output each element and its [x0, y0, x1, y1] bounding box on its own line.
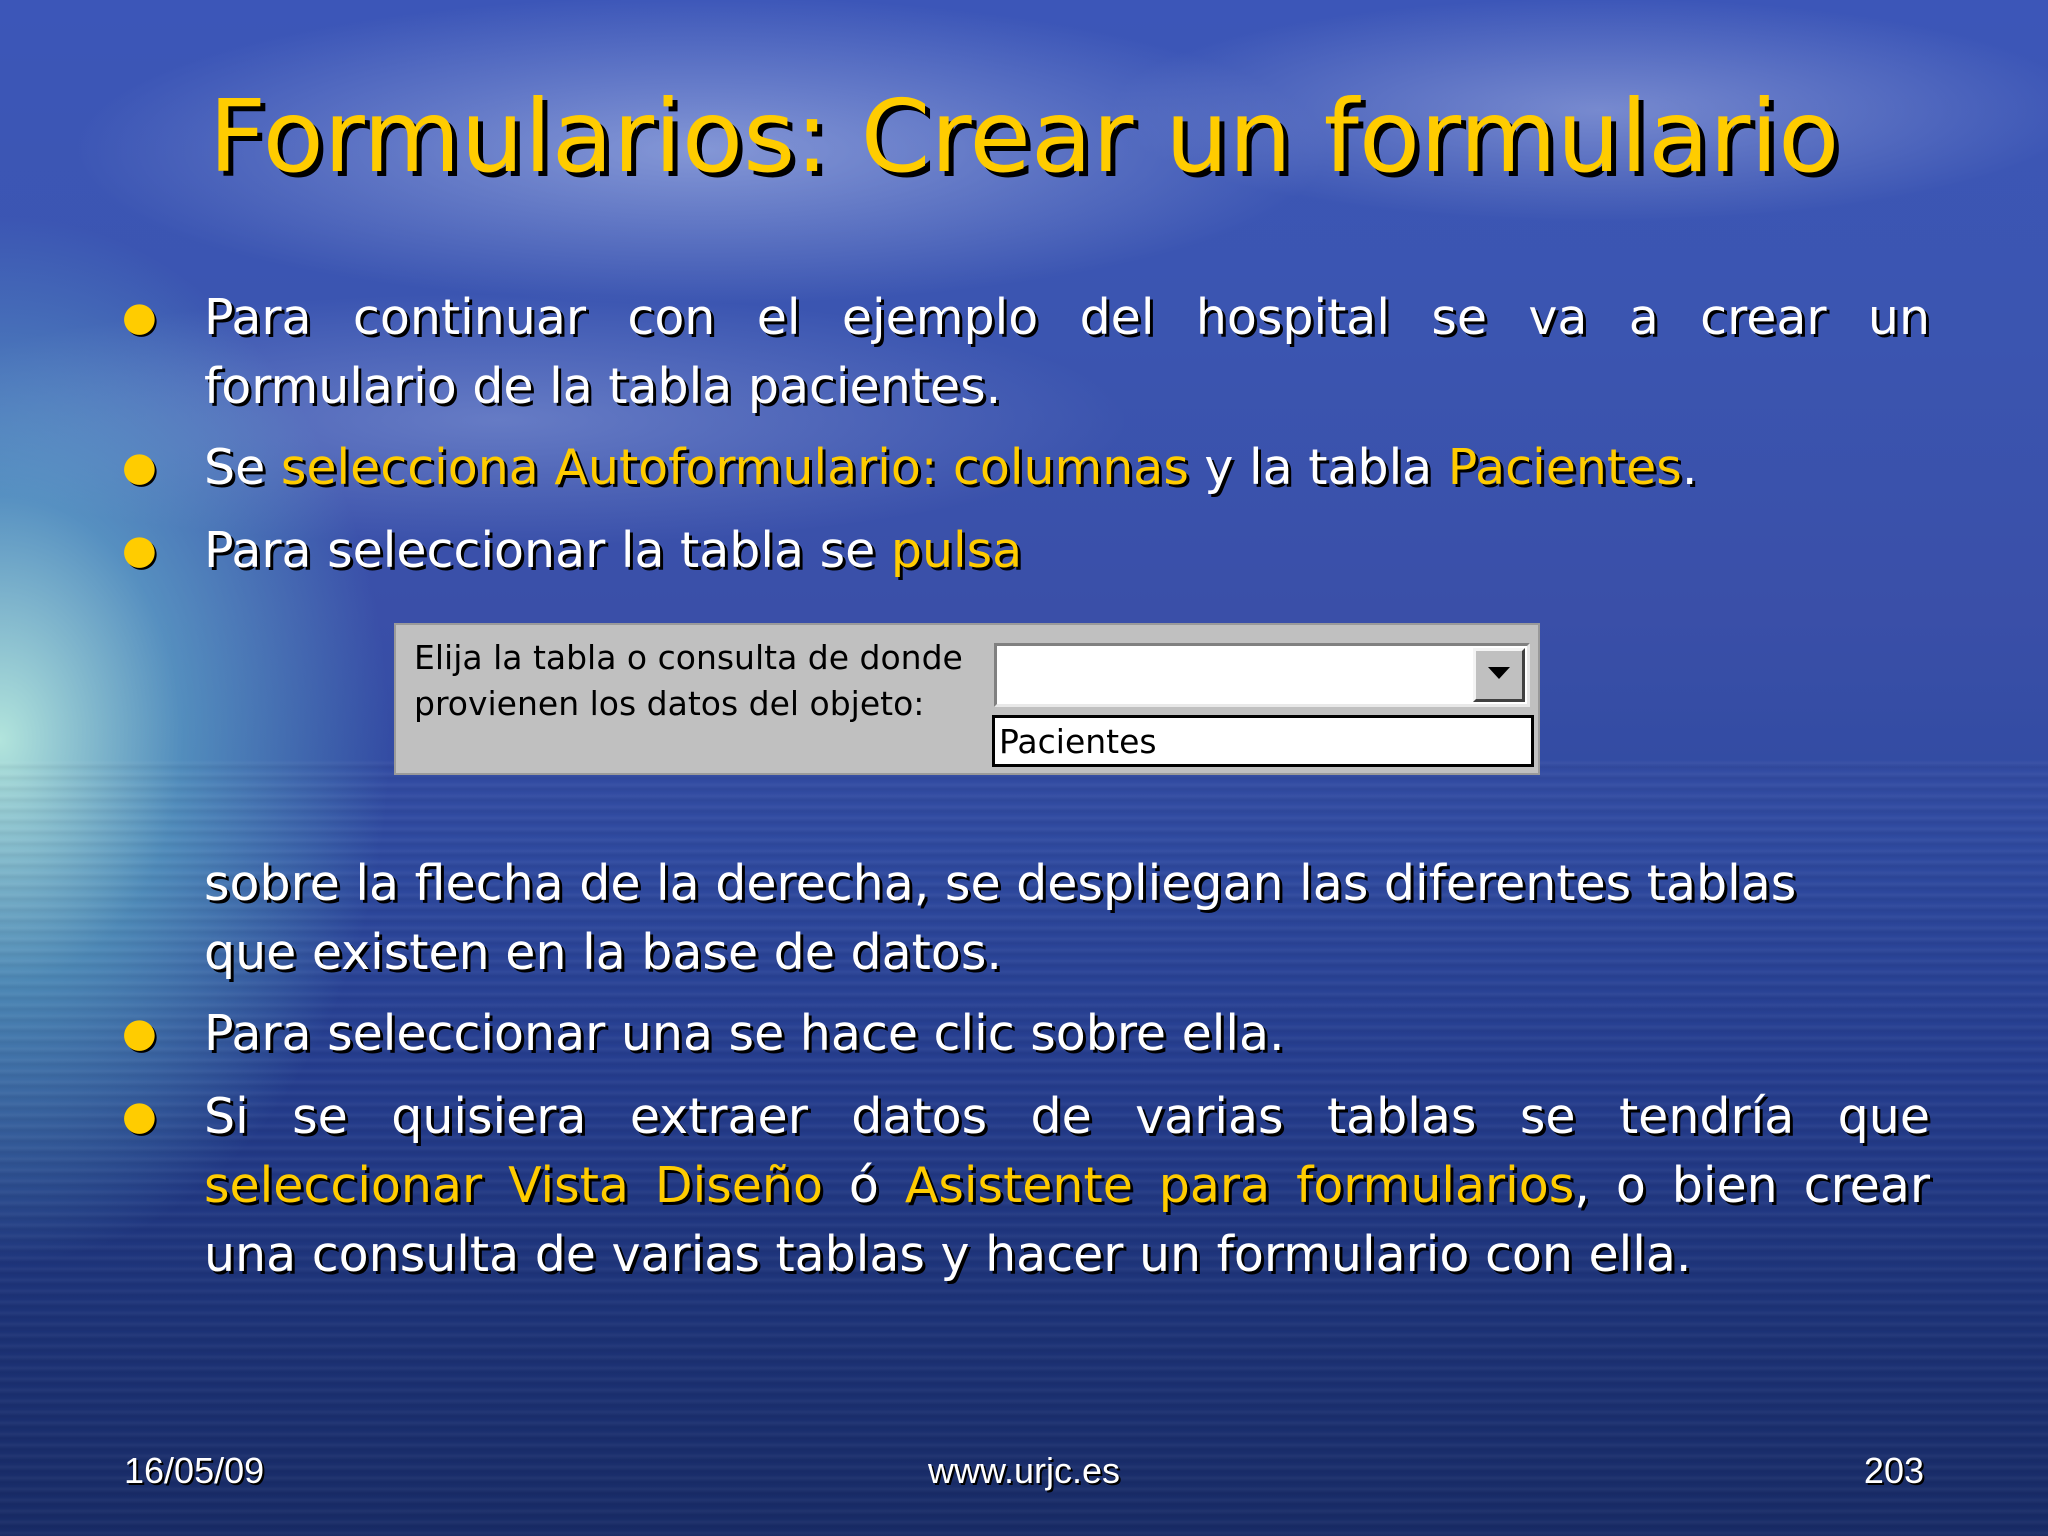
slide: Formularios: Crear un formulario ● Para …	[0, 0, 2048, 1536]
highlight-segment: Pacientes	[1447, 439, 1682, 496]
text-segment: y la tabla	[1188, 439, 1448, 496]
text-segment: Se	[204, 439, 281, 496]
text-segment: .	[1681, 439, 1698, 496]
bullet-dot-icon: ●	[122, 1010, 157, 1056]
slide-title: Formularios: Crear un formulario	[208, 78, 1840, 195]
bullet-1-line-2: formulario de la tabla pacientes.	[204, 358, 1002, 415]
bullet-3-line: Para seleccionar la tabla se pulsa	[204, 516, 1930, 585]
highlight-segment: selecciona Autoformulario: columnas	[280, 439, 1189, 496]
highlight-segment: pulsa	[890, 522, 1023, 579]
dropdown-arrow-icon[interactable]	[1473, 648, 1525, 702]
bullet-1-line-1: Para continuar con el ejemplo del hospit…	[204, 289, 1930, 346]
bullet-dot-icon: ●	[122, 294, 157, 340]
bullet-dot-icon: ●	[122, 1093, 157, 1139]
bullet-5-line-2: seleccionar Vista Diseño ó Asistente par…	[204, 1151, 1930, 1220]
text-segment: , o bien crear	[1574, 1157, 1930, 1214]
bullet-dot-icon: ●	[122, 444, 157, 490]
text-segment: Para seleccionar la tabla se	[204, 522, 891, 579]
continuation-line-1: sobre la flecha de la derecha, se despli…	[204, 855, 1797, 912]
continuation-line-2: que existen en la base de datos.	[204, 924, 1002, 981]
bullet-5-line-3: una consulta de varias tablas y hacer un…	[204, 1226, 1692, 1283]
bullet-4-line: Para seleccionar una se hace clic sobre …	[204, 1005, 1285, 1062]
bullet-2-line: Se selecciona Autoformulario: columnas y…	[204, 433, 1930, 502]
table-dropdown-list[interactable]: Pacientes	[992, 715, 1534, 767]
footer-page-number: 203	[1863, 1450, 1924, 1491]
text-segment: ó	[822, 1157, 905, 1214]
table-selection-dialog: Elija la tabla o consulta de donde provi…	[394, 623, 1540, 775]
bullet-dot-icon: ●	[122, 527, 157, 573]
footer-url: www.urjc.es	[927, 1450, 1121, 1491]
list-item-pacientes[interactable]: Pacientes	[999, 720, 1157, 764]
highlight-segment: seleccionar Vista Diseño	[204, 1157, 823, 1214]
dialog-label: Elija la tabla o consulta de donde provi…	[414, 638, 963, 723]
table-combo-box[interactable]	[994, 643, 1530, 707]
bullet-5-line-1: Si se quisiera extraer datos de varias t…	[204, 1088, 1930, 1145]
highlight-segment: Asistente para formularios	[904, 1157, 1575, 1214]
continuation-paragraph: sobre la flecha de la derecha, se despli…	[204, 849, 1930, 987]
